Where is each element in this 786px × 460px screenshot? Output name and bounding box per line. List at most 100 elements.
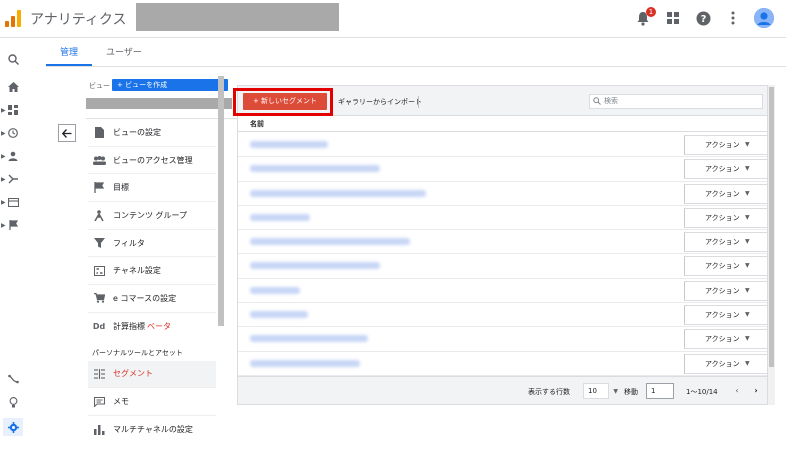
acquisition-icon[interactable]: ▶ [1, 170, 23, 188]
action-dropdown-button[interactable]: アクション ▼ [684, 256, 767, 277]
action-label: アクション [705, 238, 740, 247]
view-selector[interactable] [86, 98, 232, 109]
analytics-logo-icon[interactable] [5, 9, 23, 27]
lightbulb-icon[interactable] [3, 393, 23, 411]
chevron-down-icon: ▼ [745, 262, 750, 270]
admin-item-label: ビューの設定 [113, 127, 161, 137]
more-vert-icon[interactable] [724, 9, 742, 27]
notifications-icon[interactable]: 1 [634, 7, 656, 27]
avatar[interactable] [754, 8, 774, 28]
segment-name-link[interactable] [250, 359, 360, 367]
chevron-down-icon: ▼ [745, 311, 750, 319]
action-label: アクション [705, 286, 740, 295]
segment-name-link[interactable] [250, 311, 308, 319]
filter-icon [92, 237, 106, 249]
admin-item-label: セグメント [113, 369, 153, 379]
admin-item-multichannel[interactable]: マルチチャネルの設定 [88, 416, 216, 444]
rows-per-page-value: 10 [588, 387, 597, 395]
segment-name-link[interactable] [250, 189, 426, 197]
action-label: アクション [705, 141, 740, 149]
beta-badge: ベータ [147, 322, 171, 332]
segment-icon [92, 368, 106, 380]
table-row: アクション ▼ [238, 303, 767, 328]
action-dropdown-button[interactable]: アクション ▼ [684, 280, 767, 301]
admin-item-label: メモ [113, 397, 129, 407]
admin-item-label: マルチチャネルの設定 [113, 425, 193, 435]
column-header-name[interactable]: 名前 [238, 116, 767, 132]
import-from-gallery-link[interactable]: ギャラリーからインポート [338, 97, 422, 107]
back-arrow-button[interactable] [58, 124, 76, 142]
scrollbar-thumb[interactable] [769, 87, 774, 367]
segment-name-link[interactable] [250, 262, 380, 270]
rows-per-page-select[interactable]: 10 ▼ [583, 383, 618, 399]
admin-scrollbar[interactable] [218, 76, 224, 326]
behavior-icon[interactable]: ▶ [1, 193, 23, 211]
action-label: アクション [705, 359, 740, 368]
help-icon[interactable]: ? [694, 9, 712, 27]
content-group-icon [92, 209, 106, 221]
admin-item-view-settings[interactable]: ビューの設定 [88, 119, 216, 147]
segment-name-link[interactable] [250, 238, 410, 246]
attribution-icon[interactable] [3, 370, 23, 388]
admin-item-channel-settings[interactable]: チャネル設定 [88, 257, 216, 286]
admin-item-goals[interactable]: 目標 [88, 174, 216, 203]
admin-item-filters[interactable]: フィルタ [88, 230, 216, 258]
chevron-down-icon: ▼ [745, 238, 750, 246]
next-page-button[interactable]: › [749, 383, 763, 399]
arrow-left-icon [62, 128, 72, 138]
action-dropdown-button[interactable]: アクション ▼ [684, 305, 767, 326]
action-dropdown-button[interactable]: アクション ▼ [684, 159, 767, 180]
account-selector[interactable] [136, 3, 339, 31]
dashboards-icon[interactable]: ▶ [1, 101, 23, 119]
channel-icon [92, 265, 106, 277]
segment-name-link[interactable] [250, 335, 368, 343]
create-view-button[interactable]: + ビューを作成 [112, 79, 228, 91]
admin-gear-icon[interactable] [3, 418, 23, 436]
action-dropdown-button[interactable]: アクション ▼ [684, 329, 767, 350]
chevron-down-icon: ▼ [745, 359, 750, 367]
segments-panel: + 新しいセグメント ギャラリーからインポート 検索 名前 アクション ▼ アクショ… [233, 85, 768, 405]
table-row: アクション ▼ [238, 230, 767, 255]
segments-toolbar: + 新しいセグメント ギャラリーからインポート 検索 [233, 86, 767, 116]
action-dropdown-button[interactable]: アクション ▼ [684, 135, 767, 155]
admin-item-content-groups[interactable]: コンテンツ グループ [88, 202, 216, 230]
notification-badge: 1 [646, 7, 656, 17]
home-icon[interactable] [3, 78, 23, 96]
prev-page-button[interactable]: ‹ [730, 383, 744, 399]
segment-name-link[interactable] [250, 165, 380, 173]
pagination-footer: 表示する行数 10 ▼ 移動 1 1〜10/14 ‹ › [238, 376, 767, 404]
bar-chart-icon [92, 424, 106, 436]
realtime-clock-icon[interactable]: ▶ [1, 124, 23, 142]
panel-scrollbar[interactable] [768, 85, 775, 405]
apps-grid-icon[interactable] [664, 9, 682, 27]
action-label: アクション [705, 213, 740, 222]
action-label: アクション [705, 165, 740, 174]
table-row: アクション ▼ [238, 327, 767, 352]
action-dropdown-button[interactable]: アクション ▼ [684, 353, 767, 374]
admin-item-label: 目標 [113, 183, 129, 193]
segment-name-link[interactable] [250, 141, 328, 148]
action-dropdown-button[interactable]: アクション ▼ [684, 232, 767, 253]
cart-icon [92, 292, 106, 304]
admin-item-view-access[interactable]: ビューのアクセス管理 [88, 147, 216, 175]
segment-name-link[interactable] [250, 286, 300, 294]
action-dropdown-button[interactable]: アクション ▼ [684, 207, 767, 228]
svg-text:?: ? [700, 14, 706, 25]
segment-name-link[interactable] [250, 213, 310, 221]
admin-item-segments[interactable]: セグメント [88, 360, 216, 389]
admin-item-calculated-metrics[interactable]: Dd 計算指標 ベータ [88, 313, 216, 341]
tab-user[interactable]: ユーザー [92, 40, 156, 66]
search-icon[interactable] [3, 50, 23, 68]
table-row: アクション ▼ [238, 206, 767, 231]
admin-item-ecommerce[interactable]: e コマースの設定 [88, 285, 216, 313]
audience-person-icon[interactable]: ▶ [1, 147, 23, 165]
admin-item-notes[interactable]: メモ [88, 388, 216, 416]
tab-admin[interactable]: 管理 [46, 40, 93, 66]
conversions-flag-icon[interactable]: ▶ [1, 216, 23, 234]
action-dropdown-button[interactable]: アクション ▼ [684, 183, 767, 204]
search-input[interactable]: 検索 [589, 94, 763, 109]
table-row: アクション ▼ [238, 133, 767, 158]
people-icon [92, 154, 106, 166]
goto-page-input[interactable]: 1 [646, 383, 674, 399]
note-icon [92, 396, 106, 408]
